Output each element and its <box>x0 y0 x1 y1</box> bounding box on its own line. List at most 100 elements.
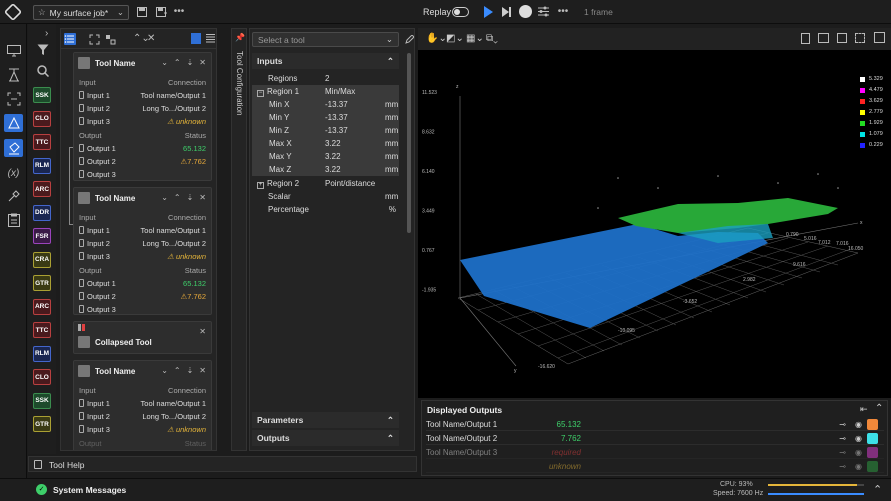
measure-icon[interactable] <box>4 114 23 132</box>
pin-panel-icon[interactable]: ⇤ <box>860 404 868 415</box>
pin-output-icon[interactable]: ⊸ <box>839 448 846 457</box>
record-icon[interactable] <box>519 5 532 18</box>
move-down-icon[interactable]: ⇣ <box>187 58 194 67</box>
tool-palette-item[interactable]: GTR <box>33 416 51 432</box>
collapse-panel-icon[interactable]: ⌃ <box>875 403 883 414</box>
expand-status-icon[interactable]: ⌃ <box>873 483 882 496</box>
layers-icon[interactable]: ⧉⌄ <box>486 33 498 44</box>
parameters-section-header[interactable]: Parameters ⌃ <box>252 412 399 428</box>
system-messages-label[interactable]: System Messages <box>53 485 126 495</box>
export-icon[interactable] <box>837 33 847 43</box>
input-connection[interactable]: Long To.../Output 2 <box>142 104 206 113</box>
tool-palette-item[interactable]: GTR <box>33 275 51 291</box>
output-color-swatch[interactable] <box>867 446 878 458</box>
point-cloud-plot[interactable]: 11.523 8.632 6.140 3.449 0.767 -1.935 -16.620… <box>418 28 891 398</box>
edit-icon[interactable] <box>405 35 414 44</box>
close-icon[interactable]: ✕ <box>199 58 206 67</box>
tool-palette-item[interactable]: TTC <box>33 134 51 150</box>
visibility-eye-icon[interactable]: ◉ <box>855 434 862 443</box>
output-color-swatch[interactable] <box>867 432 878 444</box>
list-view-icon[interactable] <box>191 33 201 44</box>
tool-list-icon[interactable] <box>64 33 76 45</box>
crop-frame-icon[interactable] <box>4 90 23 108</box>
variable-icon[interactable]: (x) <box>4 164 23 182</box>
visibility-eye-icon[interactable]: ◉ <box>855 448 862 457</box>
replay-toggle[interactable] <box>452 7 469 17</box>
save-as-icon[interactable] <box>155 6 167 18</box>
tool-card[interactable]: Tool Name ⌄ ⌃ ⇣ ✕ Input Connection Input 1 To… <box>73 360 212 450</box>
tool-palette-item[interactable]: SSK <box>33 392 51 409</box>
output-row[interactable]: Tool Name/Output 2 7.762 ⊸ ◉ <box>426 432 884 445</box>
replay-more-icon[interactable]: ••• <box>557 5 569 17</box>
pan-hand-icon[interactable]: ✋⌄ <box>426 33 447 44</box>
input-connection[interactable]: Tool name/Output 1 <box>141 226 206 235</box>
param-value[interactable]: -13.37 <box>325 113 385 122</box>
input-connection[interactable]: Tool name/Output 1 <box>141 91 206 100</box>
tool-palette-item[interactable]: ARC <box>33 181 51 197</box>
output-row[interactable]: unknown ⊸ ◉ <box>426 460 884 473</box>
expand-chevron-icon[interactable]: › <box>45 28 48 39</box>
param-value[interactable]: Min/Max <box>325 87 399 96</box>
collapsed-tool-card[interactable]: Collapsed Tool ✕ <box>73 321 212 354</box>
pin-output-icon[interactable]: ⊸ <box>839 420 846 429</box>
move-down-icon[interactable]: ⇣ <box>187 193 194 202</box>
input-connection[interactable]: Tool name/Output 1 <box>141 399 206 408</box>
eyedropper-icon[interactable] <box>4 187 23 205</box>
filter-icon[interactable] <box>37 44 49 56</box>
param-value[interactable]: 3.22 <box>325 139 385 148</box>
fullscreen-icon[interactable] <box>874 32 885 43</box>
close-icon[interactable]: ✕ <box>199 193 206 202</box>
tool-card[interactable]: Tool Name ⌄ ⌃ ⇣ ✕ Input Connection Input 1 To… <box>73 187 212 315</box>
chevron-down-icon[interactable]: ⌄ <box>161 58 168 67</box>
param-value[interactable]: -13.37 <box>325 126 385 135</box>
tool-palette-item[interactable]: RLM <box>33 345 51 362</box>
tool-configuration-strip[interactable]: 📌 Tool Configuration <box>231 28 247 451</box>
pin-output-icon[interactable]: ⊸ <box>839 434 846 443</box>
output-color-swatch[interactable] <box>867 460 878 472</box>
paint-bucket-icon[interactable] <box>4 139 23 157</box>
document-icon[interactable] <box>801 33 810 44</box>
close-icon[interactable]: ✕ <box>199 327 206 336</box>
input-connection[interactable]: unknown <box>176 252 206 261</box>
step-icon[interactable] <box>502 7 512 17</box>
collapse-all-icon[interactable] <box>105 34 116 45</box>
close-icon[interactable]: ✕ <box>199 366 206 375</box>
move-down-icon[interactable]: ⇣ <box>187 366 194 375</box>
input-connection[interactable]: unknown <box>176 425 206 434</box>
tool-palette-item[interactable]: DDR <box>33 204 51 221</box>
param-value[interactable]: Point/distance <box>325 179 399 188</box>
play-icon[interactable] <box>484 6 493 18</box>
pin-output-icon[interactable]: ⊸ <box>839 462 846 471</box>
pin-icon[interactable]: 📌 <box>235 33 245 42</box>
close-all-icon[interactable]: ✕ <box>147 33 155 44</box>
param-value[interactable]: 3.22 <box>325 152 385 161</box>
tool-palette-item[interactable]: TTC <box>33 322 51 338</box>
tool-select[interactable]: Select a tool ⌄ <box>252 32 399 47</box>
input-connection[interactable]: Long To.../Output 2 <box>142 239 206 248</box>
move-up-icon[interactable]: ⌃ <box>174 58 181 67</box>
chevron-down-icon[interactable]: ⌄ <box>161 193 168 202</box>
save-icon[interactable] <box>136 6 148 18</box>
inputs-section-header[interactable]: Inputs ⌃ <box>252 53 399 69</box>
scanner-icon[interactable] <box>4 66 23 84</box>
output-color-swatch[interactable] <box>867 418 878 430</box>
more-options-icon[interactable]: ••• <box>173 5 185 17</box>
tool-palette-item[interactable]: FSR <box>33 228 51 244</box>
grid-icon[interactable]: ▦⌄ <box>466 33 484 44</box>
clipboard-icon[interactable] <box>4 211 23 229</box>
visibility-eye-icon[interactable]: ◉ <box>855 420 862 429</box>
expand-all-icon[interactable] <box>89 34 100 45</box>
replay-settings-icon[interactable] <box>538 6 549 17</box>
config-scrollbar[interactable] <box>407 53 411 233</box>
monitor-icon[interactable] <box>4 42 23 60</box>
fit-view-icon[interactable] <box>855 33 865 43</box>
move-up-icon[interactable]: ⌃ <box>174 366 181 375</box>
collapse-icon[interactable]: − <box>257 89 264 97</box>
tool-palette-item[interactable]: ARC <box>33 298 51 315</box>
visibility-eye-icon[interactable]: ◉ <box>855 462 862 471</box>
output-row[interactable]: Tool Name/Output 3 required ⊸ ◉ <box>426 446 884 459</box>
3d-viewer[interactable]: 11.523 8.632 6.140 3.449 0.767 -1.935 -16.620… <box>418 28 891 398</box>
move-up-icon[interactable]: ⌃ <box>174 193 181 202</box>
view-angle-icon[interactable]: ◩⌄ <box>446 33 464 44</box>
expand-icon[interactable]: + <box>257 181 264 189</box>
